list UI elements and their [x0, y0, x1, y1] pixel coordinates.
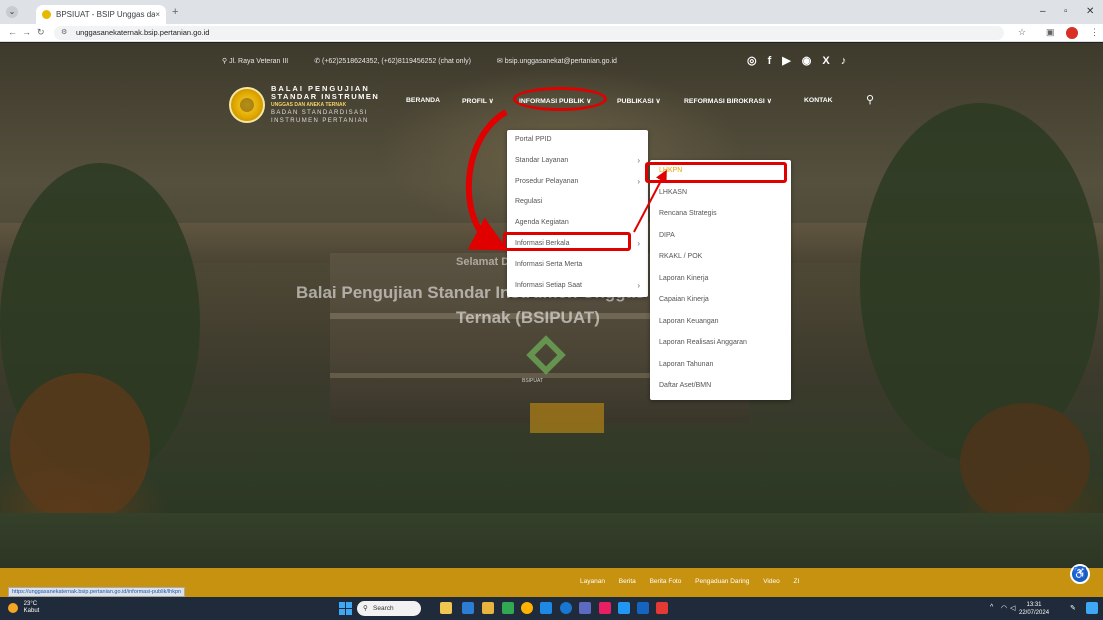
clock[interactable]: 13:31 22/07/2024 [1019, 601, 1049, 617]
clock-date: 22/07/2024 [1019, 610, 1050, 616]
widgets-icon[interactable] [440, 602, 452, 614]
windows-start-icon[interactable] [339, 602, 352, 615]
weather-sun-icon [8, 603, 18, 613]
clock-time: 13:31 [1026, 602, 1042, 608]
word-icon[interactable] [637, 602, 649, 614]
notification-icon[interactable]: ✎ [1070, 604, 1076, 612]
speaker-icon[interactable]: ◁ [1010, 604, 1015, 612]
pdf-icon[interactable] [656, 602, 668, 614]
annotation-arrow-curved [465, 109, 508, 251]
annotation-arrow-straight [633, 169, 667, 233]
weather-desc: Kabut [23, 608, 40, 614]
chrome-icon[interactable] [521, 602, 533, 614]
annotation-arrows [465, 109, 667, 251]
edge-icon[interactable] [560, 602, 572, 614]
weather-temp: 23°C [23, 601, 38, 607]
tray-chevron-icon[interactable]: ^ [990, 604, 993, 611]
windows-taskbar: 23°C Kabut ⚲ Search ^ ◠ ◁ 13:31 22/07/202… [0, 597, 1103, 620]
app-icon[interactable] [618, 602, 630, 614]
taskbar-search[interactable]: ⚲ Search [357, 601, 421, 616]
copilot-icon[interactable] [1086, 602, 1098, 614]
weather-widget[interactable]: 23°C Kabut [8, 601, 39, 615]
app-icon[interactable] [579, 602, 591, 614]
app-icon[interactable] [599, 602, 611, 614]
wifi-icon[interactable]: ◠ [1001, 604, 1007, 612]
app-icon[interactable] [462, 602, 474, 614]
whatsapp-app-icon[interactable] [502, 602, 514, 614]
file-explorer-icon[interactable] [482, 602, 494, 614]
search-icon: ⚲ [363, 605, 368, 612]
app-icon[interactable] [540, 602, 552, 614]
